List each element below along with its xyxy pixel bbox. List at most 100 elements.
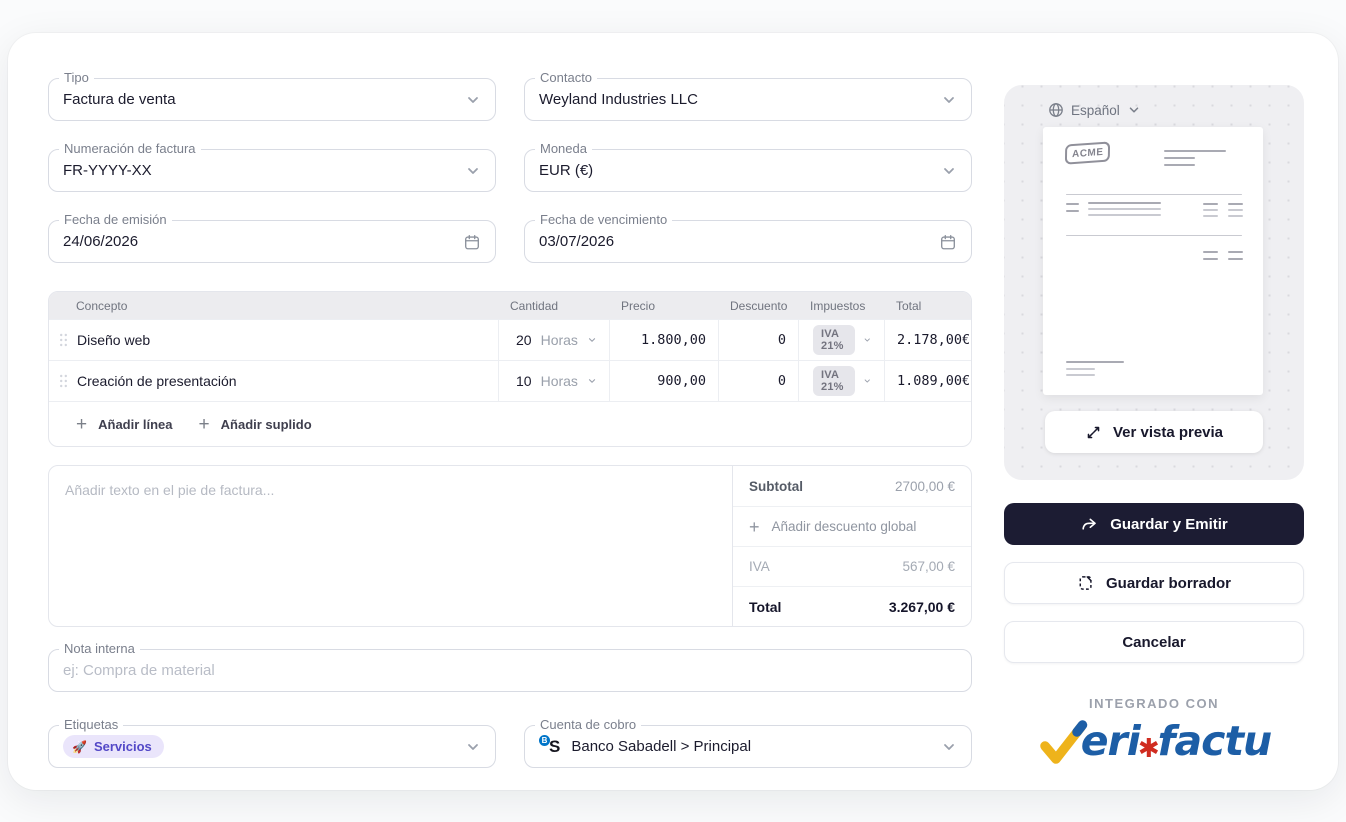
line-item-row: Diseño web 20 Horas 1.800,00 0 IVA 21% 2… <box>49 319 971 360</box>
table-header: Concepto Cantidad Precio Descuento Impue… <box>49 292 971 319</box>
language-value: Español <box>1071 102 1120 118</box>
drag-handle-icon[interactable] <box>59 333 68 347</box>
column-header-precio: Precio <box>621 298 656 313</box>
unit-select[interactable]: Horas <box>541 332 578 348</box>
subtotal-value: 2700,00 € <box>894 478 955 494</box>
chevron-down-icon <box>944 167 954 174</box>
globe-icon <box>1049 103 1063 117</box>
tags-label: Etiquetas <box>59 717 124 732</box>
payment-account-label: Cuenta de cobro <box>535 717 642 732</box>
iva-value: 567,00 € <box>902 559 955 574</box>
expand-icon <box>1087 426 1100 438</box>
issue-date-label: Fecha de emisión <box>59 212 172 227</box>
verifactu-logo: eri✱factu <box>1004 715 1304 767</box>
chevron-down-icon <box>944 96 954 103</box>
rocket-icon: 🚀 <box>72 739 87 754</box>
invoice-form: Tipo Factura de venta Contacto Weyland I… <box>48 70 972 768</box>
chevron-down-icon <box>1129 107 1139 113</box>
save-and-emit-button[interactable]: Guardar y Emitir <box>1004 503 1304 545</box>
acme-logo: ACME <box>1064 141 1111 165</box>
plus-icon: + <box>749 516 760 537</box>
language-select[interactable]: Español <box>1048 102 1141 118</box>
due-date-label: Fecha de vencimiento <box>535 212 673 227</box>
payment-account-value: Banco Sabadell > Principal <box>571 738 752 755</box>
discount-input[interactable]: 0 <box>778 332 786 348</box>
subtotal-label: Subtotal <box>749 478 803 494</box>
invoice-footer-text-input[interactable]: Añadir texto en el pie de factura... <box>49 466 732 626</box>
table-actions-row: + Añadir línea + Añadir suplido <box>49 401 971 446</box>
chevron-down-icon <box>944 743 954 750</box>
tag-label: Servicios <box>93 739 152 754</box>
concept-input[interactable]: Diseño web <box>77 332 150 348</box>
chevron-down-icon <box>468 167 478 174</box>
payment-account-select[interactable]: Cuenta de cobro B S Banco Sabadell > Pri… <box>524 717 972 768</box>
currency-value: EUR (€) <box>539 162 594 179</box>
due-date-value: 03/07/2026 <box>539 233 615 250</box>
currency-label: Moneda <box>535 141 592 156</box>
total-row: Total 3.267,00 € <box>733 586 971 626</box>
internal-note-input[interactable]: Nota interna ej: Compra de material <box>48 641 972 692</box>
drag-handle-icon[interactable] <box>59 374 68 388</box>
chevron-down-icon <box>468 96 478 103</box>
footer-box: Añadir texto en el pie de factura... Sub… <box>48 465 972 627</box>
send-arrow-icon <box>1082 518 1097 530</box>
quantity-input[interactable]: 20 <box>516 332 532 348</box>
chevron-down-icon[interactable] <box>587 333 597 347</box>
contact-value: Weyland Industries LLC <box>539 91 698 108</box>
calendar-icon <box>465 234 479 249</box>
add-global-discount-button[interactable]: + Añadir descuento global <box>733 506 971 546</box>
view-preview-button[interactable]: Ver vista previa <box>1045 411 1263 453</box>
tax-badge[interactable]: IVA 21% <box>813 366 856 396</box>
unit-select[interactable]: Horas <box>541 373 578 389</box>
currency-select[interactable]: Moneda EUR (€) <box>524 141 972 192</box>
column-header-total: Total <box>896 298 922 313</box>
column-header-cantidad: Cantidad <box>510 298 559 313</box>
price-input[interactable]: 1.800,00 <box>641 332 706 348</box>
plus-icon: + <box>198 413 210 435</box>
save-draft-button[interactable]: Guardar borrador <box>1004 562 1304 604</box>
chevron-down-icon <box>468 743 478 750</box>
tag-servicios[interactable]: 🚀 Servicios <box>63 735 164 758</box>
quantity-input[interactable]: 10 <box>516 373 532 389</box>
actions-sidebar: Español ACME Ver vista previa Guardar y … <box>1004 85 1304 768</box>
line-total: 2.178,00€ <box>897 332 971 348</box>
verifactu-text-2: factu <box>1157 716 1273 765</box>
line-items-table: Concepto Cantidad Precio Descuento Impue… <box>48 291 972 447</box>
cancel-button[interactable]: Cancelar <box>1004 621 1304 663</box>
price-input[interactable]: 900,00 <box>657 373 706 389</box>
contact-select[interactable]: Contacto Weyland Industries LLC <box>524 70 972 121</box>
verifactu-asterisk: ✱ <box>1137 733 1160 764</box>
add-line-label: Añadir línea <box>98 416 173 432</box>
draft-document-icon <box>1079 576 1092 590</box>
invoice-numbering-select[interactable]: Numeración de factura FR-YYYY-XX <box>48 141 496 192</box>
invoice-editor-card: Tipo Factura de venta Contacto Weyland I… <box>8 33 1338 790</box>
totals-panel: Subtotal 2700,00 € + Añadir descuento gl… <box>732 466 971 626</box>
invoice-numbering-value: FR-YYYY-XX <box>63 162 152 179</box>
invoice-type-value: Factura de venta <box>63 91 176 108</box>
tax-badge[interactable]: IVA 21% <box>813 325 856 355</box>
invoice-numbering-label: Numeración de factura <box>59 141 201 156</box>
chevron-down-icon[interactable] <box>587 374 597 388</box>
column-header-impuestos: Impuestos <box>810 298 866 313</box>
add-suplido-button[interactable]: + Añadir suplido <box>199 415 312 434</box>
tags-select[interactable]: Etiquetas 🚀 Servicios <box>48 717 496 768</box>
iva-label: IVA <box>749 559 770 574</box>
view-preview-label: Ver vista previa <box>1112 423 1224 441</box>
integration-section: INTEGRADO CON eri✱factu <box>1004 696 1304 767</box>
iva-row: IVA 567,00 € <box>733 546 971 586</box>
invoice-preview-panel: Español ACME Ver vista previa <box>1004 85 1304 480</box>
concept-input[interactable]: Creación de presentación <box>77 373 237 389</box>
add-suplido-label: Añadir suplido <box>220 416 312 432</box>
contact-label: Contacto <box>535 70 598 85</box>
internal-note-label: Nota interna <box>59 641 140 656</box>
due-date-field[interactable]: Fecha de vencimiento 03/07/2026 <box>524 212 972 263</box>
add-line-button[interactable]: + Añadir línea <box>76 415 173 434</box>
invoice-type-select[interactable]: Tipo Factura de venta <box>48 70 496 121</box>
line-total: 1.089,00€ <box>897 373 971 389</box>
cancel-label: Cancelar <box>1122 633 1186 651</box>
discount-input[interactable]: 0 <box>778 373 786 389</box>
issue-date-field[interactable]: Fecha de emisión 24/06/2026 <box>48 212 496 263</box>
chevron-down-icon[interactable] <box>863 374 872 388</box>
add-global-discount-label: Añadir descuento global <box>771 519 917 534</box>
chevron-down-icon[interactable] <box>863 333 872 347</box>
